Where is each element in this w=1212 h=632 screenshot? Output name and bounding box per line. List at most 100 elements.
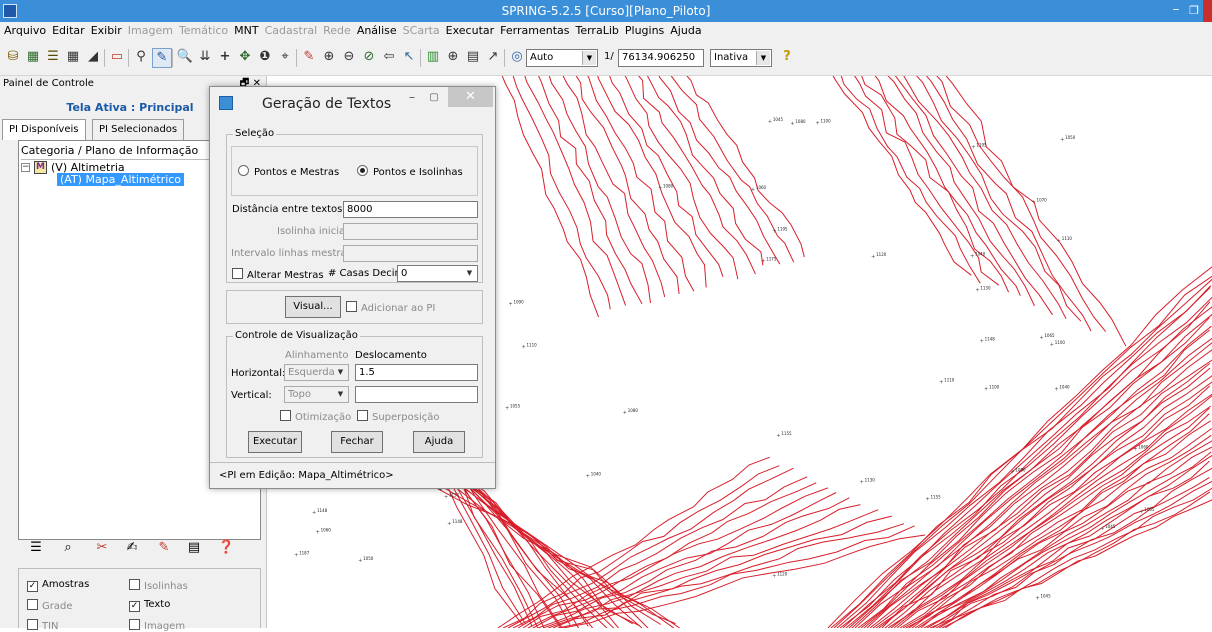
elevation-label: 1040 <box>1059 384 1070 389</box>
master-interval-input[interactable] <box>343 245 478 262</box>
dialog-close-button[interactable]: ✕ <box>448 87 493 107</box>
initial-isoline-input[interactable] <box>343 223 478 240</box>
cursor-icon[interactable]: ⚲ <box>132 48 150 66</box>
zoom-drop-icon[interactable]: ⊕ <box>444 48 462 66</box>
tab-selected-pi[interactable]: PI Selecionados <box>92 119 185 140</box>
radio-points-isolines[interactable]: Pontos e Isolinhas <box>357 165 463 178</box>
legend-icon[interactable]: ▤ <box>186 540 202 556</box>
menu-item[interactable]: Executar <box>444 22 497 40</box>
check-grid[interactable]: Grade <box>27 599 73 612</box>
maximize-icon[interactable]: ❐ <box>1186 2 1202 20</box>
zoom-in-icon[interactable]: ⊕ <box>320 48 338 66</box>
zoom-area-icon[interactable]: ⊘ <box>360 48 378 66</box>
contour-line <box>916 76 1082 322</box>
check-isolines[interactable]: Isolinhas <box>129 579 188 592</box>
horizontal-label: Horizontal: <box>231 368 286 379</box>
vertical-align-select[interactable]: Topo ▼ <box>284 386 349 403</box>
project-icon[interactable]: ▦ <box>24 48 42 66</box>
back-icon[interactable]: ⇦ <box>380 48 398 66</box>
move-icon[interactable]: ✥ <box>236 48 254 66</box>
elevation-label: 1195 <box>976 143 987 148</box>
menu-item[interactable]: Análise <box>355 22 399 40</box>
distance-label: Distância entre textos: <box>232 204 346 215</box>
add-icon[interactable]: + <box>216 48 234 66</box>
grid-icon[interactable]: ▦ <box>64 48 82 66</box>
help-button[interactable]: Ajuda <box>413 431 465 453</box>
vertical-offset-input[interactable] <box>355 386 478 403</box>
menu-item[interactable]: Cadastral <box>263 22 320 40</box>
menu-item[interactable]: Rede <box>321 22 353 40</box>
minimize-icon[interactable]: – <box>1167 2 1185 20</box>
add-to-pi-checkbox[interactable]: Adicionar ao PI <box>346 301 435 314</box>
pan-down-icon[interactable]: ⇊ <box>196 48 214 66</box>
sample-marker: + <box>505 405 509 411</box>
close-dialog-button[interactable]: Fechar <box>331 431 383 453</box>
execute-button[interactable]: Executar <box>248 431 302 453</box>
tab-available-pi[interactable]: PI Disponíveis <box>2 119 86 140</box>
pan-icon[interactable]: ↖ <box>400 48 418 66</box>
help-icon[interactable]: ? <box>778 48 796 66</box>
sample-marker: + <box>623 410 627 416</box>
horizontal-align-select[interactable]: Esquerda ▼ <box>284 364 349 381</box>
elevation-label: 1060 <box>1138 444 1149 449</box>
menu-item[interactable]: Plugins <box>623 22 666 40</box>
check-samples[interactable]: ✓ Amostras <box>27 579 89 592</box>
help-icon[interactable]: ❓ <box>218 540 234 556</box>
palette-icon[interactable]: ◎ <box>508 48 526 66</box>
pencil-icon[interactable]: ✎ <box>300 48 318 66</box>
measure-icon[interactable]: ⌖ <box>276 48 294 66</box>
info-icon[interactable]: ❶ <box>256 48 274 66</box>
menu-item[interactable]: Imagem <box>126 22 175 40</box>
display-icon[interactable]: ▥ <box>424 48 442 66</box>
menu-item[interactable]: Ferramentas <box>498 22 571 40</box>
zoom-icon[interactable]: 🔍 <box>176 48 194 66</box>
elevation-label: 1080 <box>663 183 674 188</box>
decimals-select[interactable]: 0 ▼ <box>397 265 478 282</box>
menu-item[interactable]: Exibir <box>89 22 124 40</box>
table-icon[interactable]: ▤ <box>464 48 482 66</box>
menu-item[interactable]: Temático <box>177 22 230 40</box>
elevation-label: 1155 <box>930 494 941 499</box>
contour-line <box>522 487 829 628</box>
zoom-out-icon[interactable]: ⊖ <box>340 48 358 66</box>
layers-icon[interactable]: ☰ <box>44 48 62 66</box>
menu-item[interactable]: Editar <box>50 22 87 40</box>
draw-icon[interactable]: ✎ <box>156 540 172 556</box>
edit-icon[interactable]: ✍ <box>124 540 140 556</box>
menu-item[interactable]: Ajuda <box>668 22 703 40</box>
overlap-checkbox[interactable]: Superposição <box>357 410 440 423</box>
horizontal-offset-input[interactable]: 1.5 <box>355 364 478 381</box>
tools-icon[interactable]: ✂ <box>94 540 110 556</box>
elevation-label: 1110 <box>944 378 955 383</box>
check-text[interactable]: ✓ Texto <box>129 599 170 612</box>
close-button[interactable] <box>1203 0 1212 22</box>
menu-item[interactable]: SCarta <box>401 22 442 40</box>
cursor-plus-icon[interactable]: ↗ <box>484 48 502 66</box>
visual-button[interactable]: Visual... <box>285 296 341 318</box>
inspect-icon[interactable]: ⌕ <box>60 540 76 556</box>
eraser-icon[interactable]: ◢ <box>84 48 102 66</box>
state-select[interactable]: Inativa ▼ <box>710 49 772 67</box>
optimization-checkbox[interactable]: Otimização <box>280 410 351 423</box>
database-icon[interactable]: ⛁ <box>4 48 22 66</box>
dialog-maximize-icon[interactable]: ▢ <box>425 90 443 106</box>
info-tool-icon[interactable]: ✎ <box>152 48 172 68</box>
distance-input[interactable]: 8000 <box>343 201 478 218</box>
tree-plan-item[interactable]: (AT) Mapa_Altimétrico <box>57 173 185 186</box>
dialog-app-icon <box>219 96 233 110</box>
window-icon[interactable]: ▭ <box>108 48 126 66</box>
check-image[interactable]: Imagem <box>129 619 185 632</box>
menu-item[interactable]: Arquivo <box>2 22 48 40</box>
scale-input[interactable]: 76134.906250 <box>618 49 704 67</box>
menu-item[interactable]: MNT <box>232 22 260 40</box>
list-icon[interactable]: ☰ <box>28 540 44 556</box>
sample-marker: + <box>586 474 590 480</box>
sample-marker: + <box>1010 469 1014 475</box>
display-mode-select[interactable]: Auto ▼ <box>526 49 598 67</box>
radio-points-master[interactable]: Pontos e Mestras <box>238 165 339 178</box>
collapse-icon[interactable]: − <box>21 163 30 172</box>
dialog-minimize-icon[interactable]: – <box>403 90 421 106</box>
check-tin[interactable]: TIN <box>27 619 59 632</box>
menu-item[interactable]: TerraLib <box>573 22 620 40</box>
alter-master-checkbox[interactable]: Alterar Mestras <box>232 268 324 281</box>
